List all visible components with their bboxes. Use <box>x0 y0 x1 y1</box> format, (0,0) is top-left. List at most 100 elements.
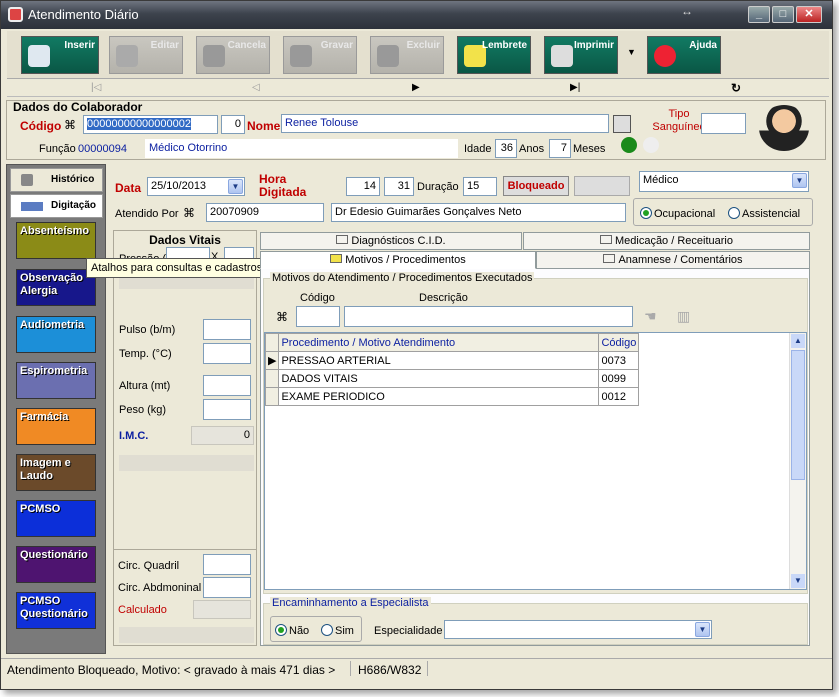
app-icon <box>8 7 23 22</box>
maximize-button[interactable]: □ <box>772 6 794 23</box>
meses-label: Meses <box>573 143 606 155</box>
record-navigator: |◁ ◁ ▶ ▶| ↻ <box>7 81 829 97</box>
close-button[interactable]: ✕ <box>796 6 822 23</box>
binoculars-icon[interactable]: ⌘ <box>64 118 76 132</box>
keyboard-icon <box>21 202 43 211</box>
motivos-group-title: Motivos do Atendimento / Procedimentos E… <box>270 272 535 284</box>
table-row[interactable]: DADOS VITAIS 0099 <box>264 369 640 388</box>
cancela-button[interactable]: Cancela <box>196 36 270 74</box>
temp-input[interactable] <box>203 343 251 364</box>
chevron-down-icon[interactable]: ▼ <box>695 622 710 637</box>
scroll-up-icon[interactable]: ▲ <box>791 334 805 348</box>
especialidade-select[interactable]: ▼ <box>444 620 712 639</box>
altura-input[interactable] <box>203 375 251 396</box>
chevron-down-icon[interactable]: ▼ <box>792 173 807 188</box>
meses-input[interactable]: 7 <box>549 139 571 158</box>
sim-radio[interactable]: Sim <box>321 624 354 637</box>
ocupacional-radio[interactable]: Ocupacional <box>640 207 715 220</box>
shortcut-farmacia[interactable]: Farmácia <box>16 408 96 445</box>
status-message: Atendimento Bloqueado, Motivo: < gravado… <box>7 663 336 677</box>
shortcut-absenteismo[interactable]: Absenteísmo <box>16 222 96 259</box>
nome-input[interactable]: Renee Tolouse <box>281 114 609 133</box>
tipo-select[interactable]: Médico ▼ <box>639 171 809 192</box>
shortcut-audiometria[interactable]: Audiometria <box>16 316 96 353</box>
abdominal-input[interactable] <box>203 577 251 598</box>
imc-value: 0 <box>191 426 254 445</box>
toolbar: Inserir Editar Cancela Gravar Excluir Le… <box>7 31 829 79</box>
bloqueado-field <box>574 176 630 196</box>
duracao-input[interactable]: 15 <box>463 177 497 196</box>
historico-tab[interactable]: Histórico <box>10 168 103 192</box>
table-row[interactable]: ▶ PRESSAO ARTERIAL 0073 <box>264 351 640 370</box>
motivo-descricao-input[interactable] <box>344 306 633 327</box>
binoculars-icon-3[interactable]: ⌘ <box>276 310 288 324</box>
peso-input[interactable] <box>203 399 251 420</box>
nav-last-button[interactable]: ▶| <box>570 82 580 93</box>
scroll-down-icon[interactable]: ▼ <box>791 574 805 588</box>
motivo-codigo-input[interactable] <box>296 306 340 327</box>
imprimir-button[interactable]: Imprimir <box>544 36 618 74</box>
print-dropdown-icon[interactable]: ▼ <box>627 47 636 57</box>
duracao-label: Duração <box>417 181 459 193</box>
status-divider <box>350 661 351 676</box>
dados-vitais-title: Dados Vitais <box>149 233 221 247</box>
vertical-scrollbar[interactable]: ▲ ▼ <box>789 333 806 589</box>
tipo-sanguineo-label: Tipo Sanguíneo <box>652 108 706 133</box>
grid-header-codigo[interactable]: Código <box>598 333 640 352</box>
atendido-code-input[interactable]: 20070909 <box>206 203 324 222</box>
nav-prior-button[interactable]: ◁ <box>252 82 260 93</box>
quadril-input[interactable] <box>203 554 251 575</box>
delete-procedure-icon[interactable]: ▥ <box>677 308 690 325</box>
status-indicator-green <box>621 137 637 153</box>
assistencial-radio[interactable]: Assistencial <box>728 207 800 220</box>
title-bar[interactable]: Atendimento Diário ↔ _ □ ✕ <box>1 1 832 29</box>
table-row[interactable]: EXAME PERIODICO 0012 <box>264 387 640 406</box>
editar-button[interactable]: Editar <box>109 36 183 74</box>
inserir-button[interactable]: Inserir <box>21 36 99 74</box>
shortcut-observacao-alergia[interactable]: Observação Alergia <box>16 269 96 306</box>
nav-next-button[interactable]: ▶ <box>412 82 420 93</box>
scroll-thumb[interactable] <box>791 350 805 480</box>
tipo-sanguineo-input[interactable] <box>701 113 746 134</box>
motivos-group: Motivos do Atendimento / Procedimentos E… <box>263 272 808 594</box>
add-procedure-icon[interactable]: ☚ <box>644 308 657 325</box>
digitacao-tab[interactable]: Digitação <box>10 194 103 218</box>
encaminhamento-group: Encaminhamento a Especialista Não Sim Es… <box>263 597 808 645</box>
cancel-icon <box>203 45 225 67</box>
idade-input[interactable]: 36 <box>495 139 517 158</box>
nav-first-button[interactable]: |◁ <box>91 82 101 93</box>
calendar-dropdown-icon[interactable]: ▼ <box>228 179 243 194</box>
person-card-icon[interactable] <box>613 115 631 133</box>
note-icon <box>330 254 343 263</box>
app-window: Atendimento Diário ↔ _ □ ✕ Inserir Edita… <box>0 0 833 690</box>
shortcut-pcmso-questionario[interactable]: PCMSO Questionário <box>16 592 96 629</box>
codigo-suffix-input[interactable]: 0 <box>221 115 245 134</box>
tab-motivos[interactable]: Motivos / Procedimentos <box>260 251 536 269</box>
lembrete-button[interactable]: Lembrete <box>457 36 531 74</box>
ajuda-button[interactable]: Ajuda <box>647 36 721 74</box>
excluir-button[interactable]: Excluir <box>370 36 444 74</box>
nao-radio[interactable]: Não <box>275 624 309 637</box>
tab-anamnese[interactable]: Anamnese / Comentários <box>536 251 810 269</box>
binoculars-icon-2[interactable]: ⌘ <box>183 206 195 220</box>
shortcut-imagem-laudo[interactable]: Imagem e Laudo <box>16 454 96 491</box>
shortcut-questionario[interactable]: Questionário <box>16 546 96 583</box>
hora-m-input[interactable]: 31 <box>384 177 414 196</box>
tab-diagnosticos[interactable]: Diagnósticos C.I.D. <box>260 232 522 250</box>
row-code: 0099 <box>598 369 640 388</box>
gravar-button[interactable]: Gravar <box>283 36 357 74</box>
atendido-nome-input[interactable]: Dr Edesio Guimarães Gonçalves Neto <box>331 203 626 222</box>
codigo-input[interactable]: 00000000000000002 <box>83 115 218 134</box>
minimize-button[interactable]: _ <box>748 6 770 23</box>
grid-header-procedimento[interactable]: Procedimento / Motivo Atendimento <box>278 333 600 352</box>
tab-medicacao[interactable]: Medicação / Receituario <box>523 232 810 250</box>
funcao-desc: Médico Otorrino <box>145 139 458 158</box>
shortcut-pcmso[interactable]: PCMSO <box>16 500 96 537</box>
vitais-divider <box>114 549 256 550</box>
data-input[interactable]: 25/10/2013 ▼ <box>147 177 245 196</box>
pulso-input[interactable] <box>203 319 251 340</box>
row-indicator <box>264 369 280 388</box>
shortcut-espirometria[interactable]: Espirometria <box>16 362 96 399</box>
refresh-icon[interactable]: ↻ <box>731 81 741 95</box>
hora-h-input[interactable]: 14 <box>346 177 380 196</box>
